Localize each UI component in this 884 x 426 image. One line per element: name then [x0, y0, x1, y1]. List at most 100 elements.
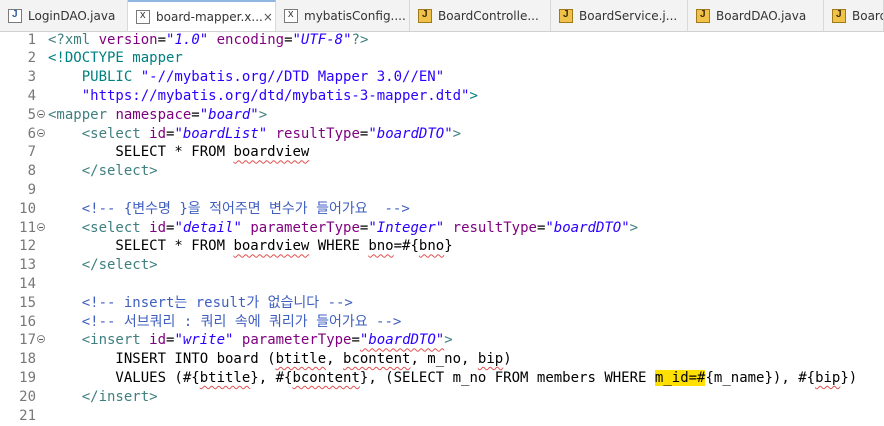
line-number: 5: [27, 106, 36, 123]
editor-tab[interactable]: BoardD: [824, 0, 884, 31]
fold-toggle-icon[interactable]: [37, 335, 45, 344]
code-line[interactable]: 16 <!-- 서브쿼리 : 쿼리 속에 쿼리가 들어가요 -->: [0, 313, 884, 332]
xml-code-editor[interactable]: 1 <?xml version="1.0" encoding="UTF-8"?> 2…: [0, 31, 884, 424]
code-token: =#{: [393, 238, 419, 255]
line-number: 13: [19, 257, 36, 274]
code-token: "1.0": [166, 31, 209, 48]
code-token: </select>: [81, 163, 158, 180]
code-line[interactable]: 18 INSERT INTO board (btitle, bcontent, …: [0, 350, 884, 369]
code-token: WHERE: [309, 238, 369, 255]
fold-toggle-icon[interactable]: [37, 128, 45, 137]
editor-tab[interactable]: mybatisConfig....: [276, 0, 410, 31]
code-token: id: [149, 125, 167, 142]
fold-toggle-icon[interactable]: [37, 109, 45, 118]
code-text: SELECT * FROM boardview: [48, 143, 309, 162]
code-token: </insert>: [81, 388, 158, 405]
java-class-icon: [696, 8, 710, 23]
code-token: <select: [81, 219, 150, 236]
code-line[interactable]: 13 </select>: [0, 256, 884, 275]
code-line[interactable]: 11 <select id="detail" parameterType="In…: [0, 219, 884, 238]
code-token: {m_name}), #{: [705, 369, 816, 386]
line-number: 16: [19, 313, 36, 330]
editor-tab[interactable]: BoardDAO.java: [688, 0, 824, 31]
code-text: "https://mybatis.org/dtd/mybatis-3-mappe…: [48, 87, 478, 106]
code-text: <!-- 서브쿼리 : 쿼리 속에 쿼리가 들어가요 -->: [48, 313, 402, 332]
java-class-icon: [418, 8, 432, 23]
code-token: "detail": [174, 219, 242, 236]
editor-tab-label: board-mapper.x...: [156, 9, 263, 24]
code-token: "UTF-8": [292, 31, 352, 48]
code-token: "boardDTO": [545, 219, 630, 236]
code-token: SELECT * FROM: [48, 144, 234, 161]
code-line[interactable]: 7 SELECT * FROM boardview: [0, 143, 884, 162]
editor-tab[interactable]: BoardControlle...: [410, 0, 551, 31]
code-line[interactable]: 10 <!-- {변수명 }을 적어주면 변수가 들어가요 -->: [0, 200, 884, 219]
code-line[interactable]: 12 SELECT * FROM boardview WHERE bno=#{b…: [0, 237, 884, 256]
code-token: <!-- insert는 result가 없습니다 -->: [81, 294, 353, 311]
code-token: <!-- {변수명 }을 적어주면 변수가 들어가요 -->: [81, 200, 410, 217]
code-token: >: [629, 219, 639, 236]
line-number: 12: [19, 238, 36, 255]
code-token: resultType: [452, 219, 537, 236]
code-line[interactable]: 14: [0, 275, 884, 294]
code-line[interactable]: 5 <mapper namespace="board">: [0, 106, 884, 125]
code-token: >: [258, 106, 268, 123]
code-token: bno: [368, 238, 394, 255]
line-number: 15: [19, 294, 36, 311]
code-token: "https://mybatis.org/dtd/mybatis-3-mappe…: [48, 87, 470, 104]
code-line[interactable]: 4 "https://mybatis.org/dtd/mybatis-3-map…: [0, 87, 884, 106]
editor-tab[interactable]: board-mapper.x...×: [128, 0, 276, 31]
code-token: =: [191, 106, 200, 123]
code-token: btitle: [199, 369, 251, 386]
code-token: boardview: [233, 144, 310, 161]
code-line[interactable]: 9: [0, 181, 884, 200]
code-line[interactable]: 2 <!DOCTYPE mapper: [0, 49, 884, 68]
code-token: encoding: [216, 31, 285, 48]
code-token: }, #{: [250, 369, 293, 386]
close-tab-icon[interactable]: ×: [263, 10, 273, 24]
code-text: <insert id="write" parameterType="boardD…: [48, 331, 453, 350]
code-line[interactable]: 17 <insert id="write" parameterType="boa…: [0, 331, 884, 350]
editor-tab-label: BoardD: [852, 8, 883, 23]
code-text: SELECT * FROM boardview WHERE bno=#{bno}: [48, 237, 452, 256]
code-token: "Integer": [368, 219, 445, 236]
line-number: 17: [19, 332, 36, 349]
fold-toggle-icon[interactable]: [37, 222, 45, 231]
code-token: }): [840, 369, 858, 386]
code-token: }, (SELECT m_no FROM members WHERE: [359, 369, 655, 386]
line-number: 20: [19, 388, 36, 405]
editor-tab[interactable]: LoginDAO.java: [0, 0, 128, 31]
code-line[interactable]: 8 </select>: [0, 162, 884, 181]
code-line[interactable]: 6 <select id="boardList" resultType="boa…: [0, 125, 884, 144]
code-token: boardview: [233, 238, 310, 255]
editor-tab[interactable]: BoardService.j...: [551, 0, 688, 31]
code-token: ?>: [351, 31, 369, 48]
code-token: id: [149, 219, 167, 236]
code-token: <!-- 서브쿼리 : 쿼리 속에 쿼리가 들어가요 -->: [81, 313, 402, 330]
code-line[interactable]: 15 <!-- insert는 result가 없습니다 -->: [0, 294, 884, 313]
code-token: bip: [477, 351, 504, 368]
line-number: 2: [27, 50, 36, 67]
code-token: "-//mybatis.org//DTD Mapper 3.0//EN": [140, 69, 445, 86]
code-token: , m_no,: [410, 351, 478, 368]
code-line[interactable]: 3 PUBLIC "-//mybatis.org//DTD Mapper 3.0…: [0, 68, 884, 87]
code-text: <mapper namespace="board">: [48, 106, 267, 125]
code-token: m_id=#: [654, 369, 706, 386]
line-number: 14: [19, 275, 36, 292]
code-line[interactable]: 1 <?xml version="1.0" encoding="UTF-8"?>: [0, 31, 884, 50]
code-token: VALUES (#{: [48, 369, 200, 386]
code-token: "boardDTO": [368, 125, 453, 142]
code-line[interactable]: 19 VALUES (#{btitle}, #{bcontent}, (SELE…: [0, 369, 884, 388]
code-line[interactable]: 20 </insert>: [0, 388, 884, 407]
line-number: 1: [27, 31, 36, 48]
